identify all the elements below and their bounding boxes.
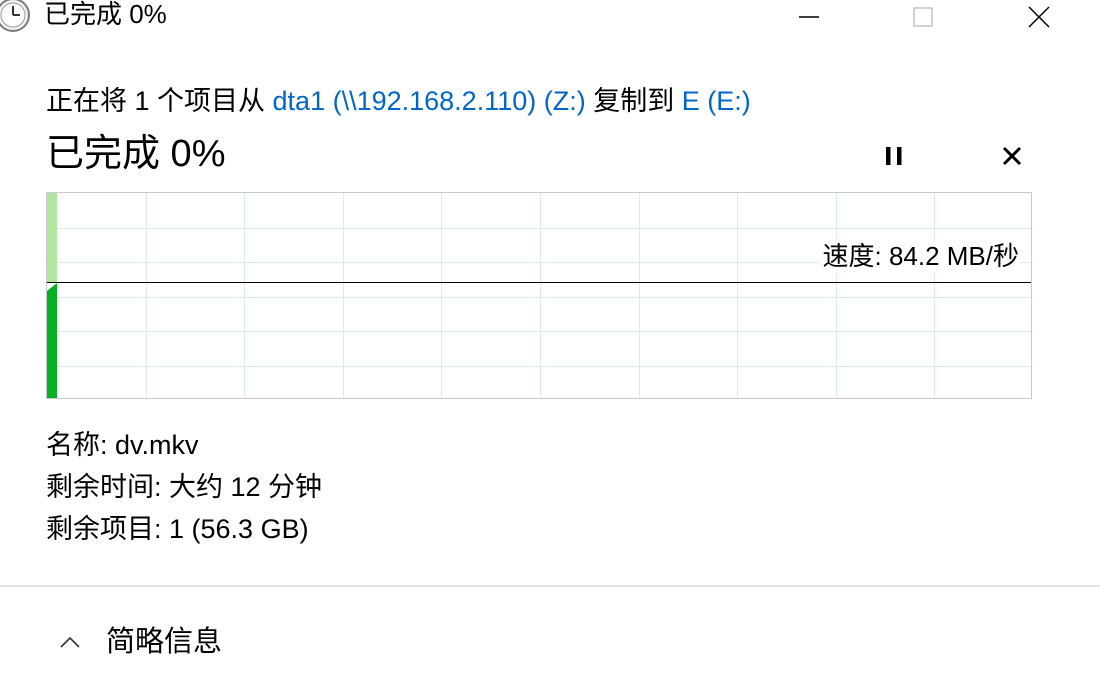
- file-name: 名称: dv.mkv: [46, 430, 199, 460]
- progress-fill-light: [47, 193, 57, 283]
- close-icon: [1028, 6, 1050, 28]
- title-bar[interactable]: 已完成 0%: [0, 0, 1100, 34]
- speed-graph-canvas: [47, 193, 1031, 398]
- copy-progress-window: 已完成 0% 正在将 1 个项目从 dta1 (\\192.168.2.110)…: [0, 0, 1100, 680]
- speed-label: 速度: 84.2 MB/秒: [818, 239, 1019, 273]
- copy-prefix: 正在将 1 个项目从: [46, 86, 273, 116]
- copy-middle: 复制到: [585, 86, 682, 116]
- maximize-button[interactable]: [900, 0, 946, 34]
- clock-icon: [0, 0, 30, 32]
- divider: [0, 585, 1100, 587]
- progress-percentage: 已完成 0%: [46, 133, 226, 175]
- fewer-details-toggle[interactable]: 简略信息: [56, 620, 222, 664]
- items-remaining: 剩余项目: 1 (56.3 GB): [46, 514, 309, 544]
- close-icon: [1002, 146, 1022, 166]
- chevron-up-icon: [56, 628, 84, 656]
- pause-icon: [886, 147, 902, 165]
- source-link[interactable]: dta1 (\\192.168.2.110) (Z:): [273, 86, 586, 116]
- fewer-details-label: 简略信息: [106, 626, 223, 658]
- copy-description: 正在将 1 个项目从 dta1 (\\192.168.2.110) (Z:) 复…: [46, 82, 751, 120]
- maximize-icon: [913, 7, 933, 27]
- time-remaining: 剩余时间: 大约 12 分钟: [46, 472, 323, 502]
- minimize-icon: [799, 16, 819, 18]
- pause-button[interactable]: [874, 136, 914, 176]
- window-close-button[interactable]: [1016, 0, 1062, 34]
- window-title: 已完成 0%: [44, 0, 167, 29]
- details-panel: 名称: dv.mkv 剩余时间: 大约 12 分钟 剩余项目: 1 (56.3 …: [46, 424, 322, 550]
- destination-link[interactable]: E (E:): [682, 86, 751, 116]
- minimize-button[interactable]: [786, 0, 832, 34]
- speed-area: [47, 283, 57, 398]
- speed-graph: 速度: 84.2 MB/秒: [46, 192, 1032, 399]
- cancel-button[interactable]: [992, 136, 1032, 176]
